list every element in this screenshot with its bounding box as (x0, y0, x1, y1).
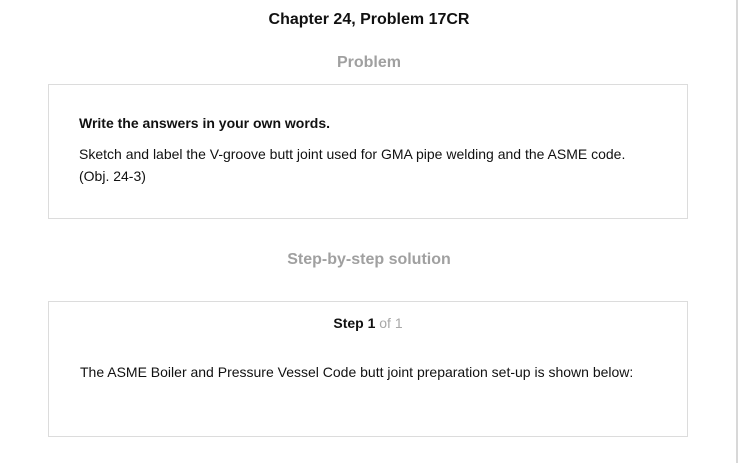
page-title: Chapter 24, Problem 17CR (268, 11, 470, 28)
step-count: of 1 (379, 315, 403, 331)
solution-text: The ASME Boiler and Pressure Vessel Code… (80, 364, 634, 380)
problem-instruction: Write the answers in your own words. (79, 115, 331, 131)
solution-card: Step 1 of 1 The ASME Boiler and Pressure… (48, 301, 688, 437)
step-label: Step 1 (333, 315, 376, 331)
problem-heading: Problem (336, 54, 401, 71)
problem-card: Write the answers in your own words. Ske… (48, 84, 688, 219)
problem-question: Sketch and label the V-groove butt joint… (79, 146, 626, 184)
step-indicator: Step 1 of 1 (49, 315, 687, 331)
solution-heading: Step-by-step solution (287, 251, 451, 268)
